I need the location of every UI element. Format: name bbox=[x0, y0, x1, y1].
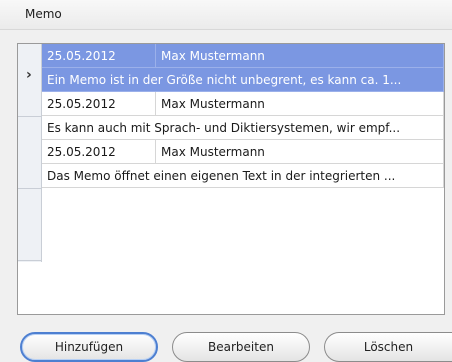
memo-author-cell[interactable]: Max Mustermann bbox=[156, 92, 444, 116]
edit-memo-button[interactable]: Bearbeiten bbox=[172, 332, 310, 362]
memo-text-cell[interactable]: Ein Memo ist in der Größe nicht unbegren… bbox=[42, 68, 444, 92]
memo-record[interactable]: 25.05.2012 Max Mustermann Das Memo öffne… bbox=[42, 140, 444, 212]
memo-author-cell[interactable]: Max Mustermann bbox=[156, 140, 444, 164]
add-memo-button[interactable]: Hinzufügen bbox=[20, 332, 158, 362]
memo-text-cell[interactable]: Es kann auch mit Sprach- und Diktiersyst… bbox=[42, 116, 444, 140]
row-indicator[interactable]: › bbox=[18, 44, 41, 117]
memo-text-cell[interactable]: Das Memo öffnet einen eigenen Text in de… bbox=[42, 164, 444, 188]
memo-date-cell[interactable]: 25.05.2012 bbox=[42, 140, 156, 164]
delete-memo-label: Löschen bbox=[363, 340, 414, 354]
memo-grid[interactable]: › 25.05.2012 Max Mustermann Ein Memo ist… bbox=[17, 43, 445, 315]
add-memo-label: Hinzufügen bbox=[54, 340, 124, 354]
row-indicator-column: › bbox=[18, 44, 42, 262]
current-row-chevron-icon: › bbox=[26, 67, 32, 83]
memo-author-cell[interactable]: Max Mustermann bbox=[156, 44, 444, 68]
window-title: Memo bbox=[25, 7, 62, 21]
memo-titlebar: Memo bbox=[0, 0, 452, 30]
button-bar: Hinzufügen Bearbeiten Löschen bbox=[0, 330, 452, 362]
row-indicator[interactable] bbox=[18, 116, 41, 189]
memo-date-cell[interactable]: 25.05.2012 bbox=[42, 92, 156, 116]
delete-memo-button[interactable]: Löschen bbox=[324, 332, 452, 362]
memo-date-cell[interactable]: 25.05.2012 bbox=[42, 44, 156, 68]
edit-memo-label: Bearbeiten bbox=[208, 340, 274, 354]
row-indicator[interactable] bbox=[18, 188, 41, 261]
